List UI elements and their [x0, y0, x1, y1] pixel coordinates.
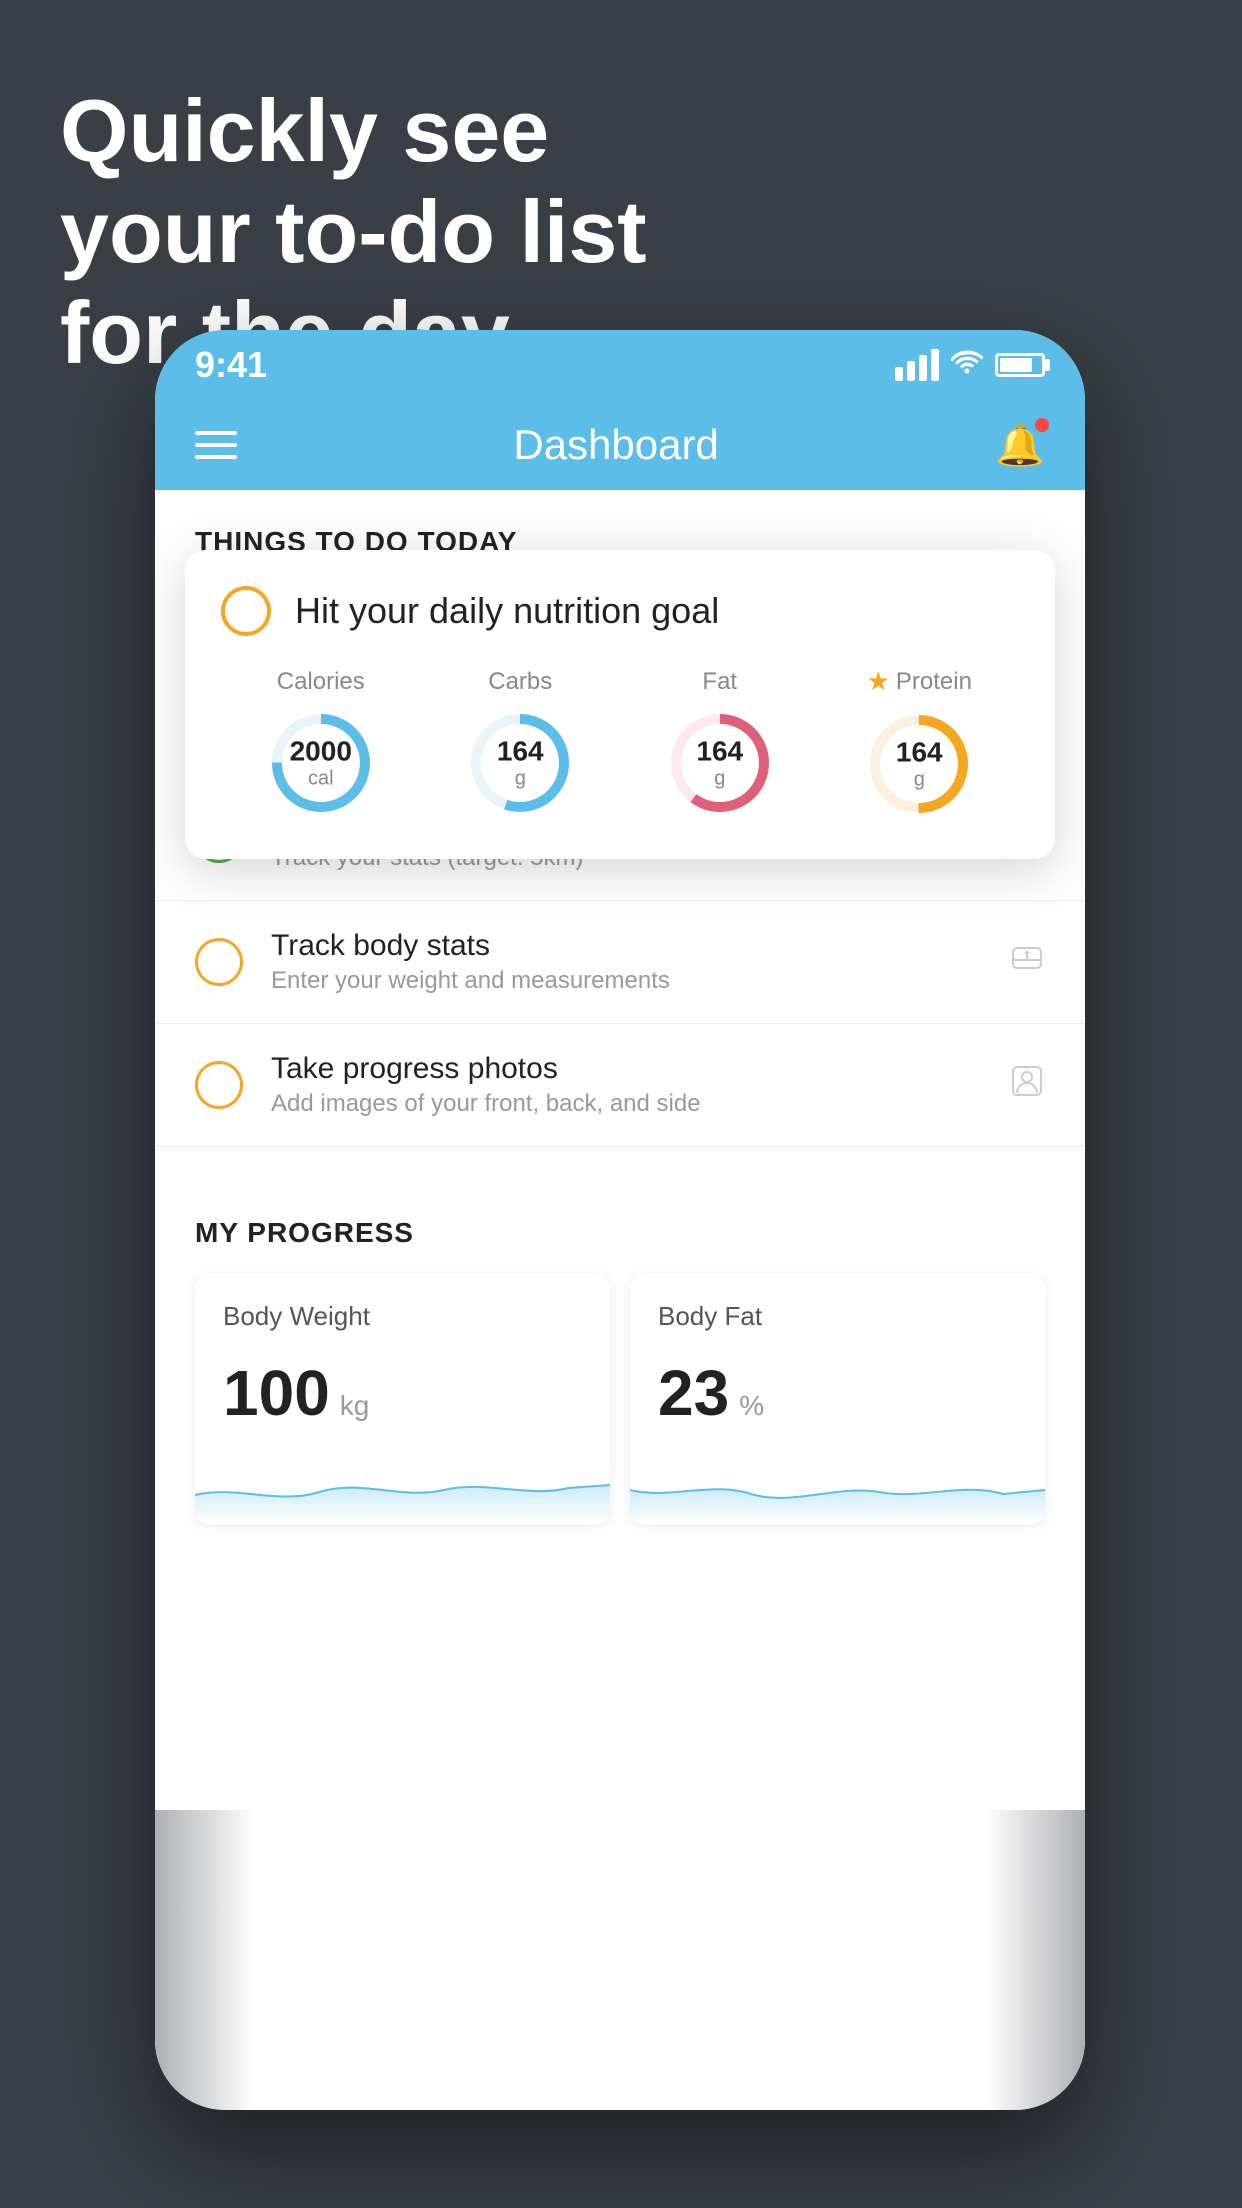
body-fat-title: Body Fat [658, 1301, 1017, 1332]
menu-button[interactable] [195, 431, 237, 459]
body-weight-unit: kg [340, 1390, 370, 1422]
nutrition-title: Hit your daily nutrition goal [295, 590, 719, 632]
progress-section: MY PROGRESS Body Weight 100 kg [155, 1177, 1085, 1525]
app-content: THINGS TO DO TODAY Hit your daily nutrit… [155, 490, 1085, 2110]
headline-line1: Quickly see [60, 80, 647, 181]
carbs-stat: Carbs 164 g [465, 668, 575, 818]
nav-title: Dashboard [513, 421, 718, 469]
body-fat-number: 23 [658, 1356, 729, 1430]
todo-progress-photos[interactable]: Take progress photos Add images of your … [155, 1024, 1085, 1147]
nutrition-stats: Calories 2000 cal Carbs [221, 666, 1019, 819]
body-weight-value-row: 100 kg [223, 1356, 582, 1430]
protein-label: ★ Protein [867, 666, 972, 697]
calories-value: 2000 [290, 735, 352, 767]
fat-ring: 164 g [665, 708, 775, 818]
body-stats-check-circle[interactable] [195, 938, 243, 986]
wifi-icon [951, 348, 983, 382]
status-icons [895, 348, 1045, 382]
notification-bell-icon[interactable]: 🔔 [995, 422, 1045, 469]
body-stats-text: Track body stats Enter your weight and m… [271, 929, 981, 995]
body-stats-subtitle: Enter your weight and measurements [271, 967, 981, 995]
scale-icon [1009, 940, 1045, 985]
phone-mockup: 9:41 Dashboard 🔔 THINGS TO [155, 330, 1085, 2110]
body-fat-value-row: 23 % [658, 1356, 1017, 1430]
carbs-unit: g [497, 767, 544, 790]
fat-stat: Fat 164 g [665, 668, 775, 818]
photos-text: Take progress photos Add images of your … [271, 1052, 981, 1118]
body-stats-title: Track body stats [271, 929, 981, 963]
body-weight-number: 100 [223, 1356, 330, 1430]
calories-unit: cal [290, 767, 352, 790]
nav-bar: Dashboard 🔔 [155, 400, 1085, 490]
protein-value: 164 [896, 737, 943, 769]
star-icon: ★ [867, 666, 890, 697]
body-fat-card: Body Fat 23 % [630, 1273, 1045, 1525]
calories-stat: Calories 2000 cal [266, 668, 376, 818]
body-fat-unit: % [739, 1390, 764, 1422]
progress-section-title: MY PROGRESS [195, 1217, 1045, 1249]
protein-stat: ★ Protein 164 g [864, 666, 974, 819]
carbs-value: 164 [497, 735, 544, 767]
signal-icon [895, 349, 939, 381]
photos-check-circle[interactable] [195, 1061, 243, 1109]
nutrition-check-circle[interactable] [221, 586, 271, 636]
photos-title: Take progress photos [271, 1052, 981, 1086]
battery-icon [995, 353, 1045, 377]
progress-cards: Body Weight 100 kg [195, 1273, 1045, 1525]
carbs-ring: 164 g [465, 708, 575, 818]
calories-ring: 2000 cal [266, 708, 376, 818]
nutrition-card-header: Hit your daily nutrition goal [221, 586, 1019, 636]
notification-dot [1035, 418, 1049, 432]
body-fat-chart [630, 1450, 1045, 1520]
protein-ring: 164 g [864, 709, 974, 819]
status-time: 9:41 [195, 344, 267, 386]
body-weight-chart [195, 1450, 610, 1520]
phone-shadow-left [155, 1810, 255, 2110]
body-weight-card: Body Weight 100 kg [195, 1273, 610, 1525]
calories-label: Calories [277, 668, 365, 696]
headline-line2: your to-do list [60, 181, 647, 282]
phone-shadow-right [985, 1810, 1085, 2110]
fat-unit: g [696, 767, 743, 790]
fat-value: 164 [696, 735, 743, 767]
fat-label: Fat [702, 668, 737, 696]
protein-unit: g [896, 769, 943, 792]
person-icon [1009, 1063, 1045, 1108]
nutrition-card: Hit your daily nutrition goal Calories 2… [185, 550, 1055, 859]
todo-body-stats[interactable]: Track body stats Enter your weight and m… [155, 901, 1085, 1024]
photos-subtitle: Add images of your front, back, and side [271, 1090, 981, 1118]
body-weight-title: Body Weight [223, 1301, 582, 1332]
status-bar: 9:41 [155, 330, 1085, 400]
carbs-label: Carbs [488, 668, 552, 696]
